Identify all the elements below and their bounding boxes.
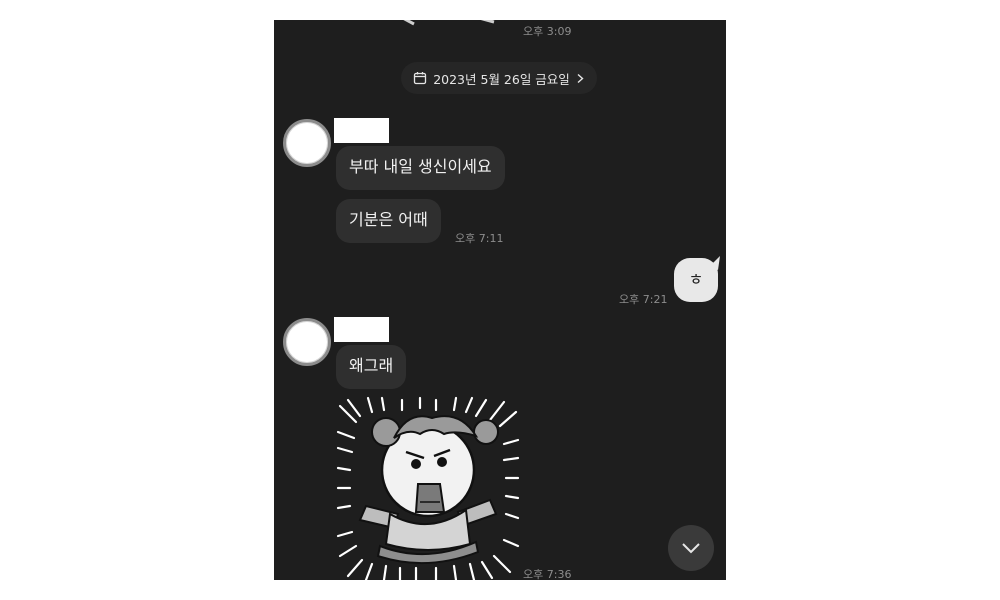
previous-sticker-fragment [403,20,495,26]
sender-name-redacted [334,317,389,342]
chevron-right-icon [577,73,584,83]
angry-girl-sticker[interactable] [336,396,520,580]
incoming-message[interactable]: 부따 내일 생신이세요 [336,146,505,190]
message-time: 오후 7:36 [523,568,572,580]
message-time: 오후 3:09 [523,25,572,38]
calendar-icon [414,72,427,85]
date-divider[interactable]: 2023년 5월 26일 금요일 [401,62,597,94]
chevron-down-icon [682,543,700,554]
message-time: 오후 7:11 [455,232,504,245]
sender-name-redacted [334,118,389,143]
sender-avatar[interactable] [283,318,331,366]
sender-avatar[interactable] [283,119,331,167]
bubble-tail [710,256,720,270]
date-label: 2023년 5월 26일 금요일 [433,71,570,87]
message-time: 오후 7:21 [619,293,668,306]
chat-screen: 오후 3:09 2023년 5월 26일 금요일 부따 내일 생신이세요 기분은… [274,20,726,580]
incoming-message[interactable]: 왜그래 [336,345,407,389]
scroll-to-bottom-button[interactable] [668,525,714,571]
incoming-message[interactable]: 기분은 어때 [336,199,441,243]
